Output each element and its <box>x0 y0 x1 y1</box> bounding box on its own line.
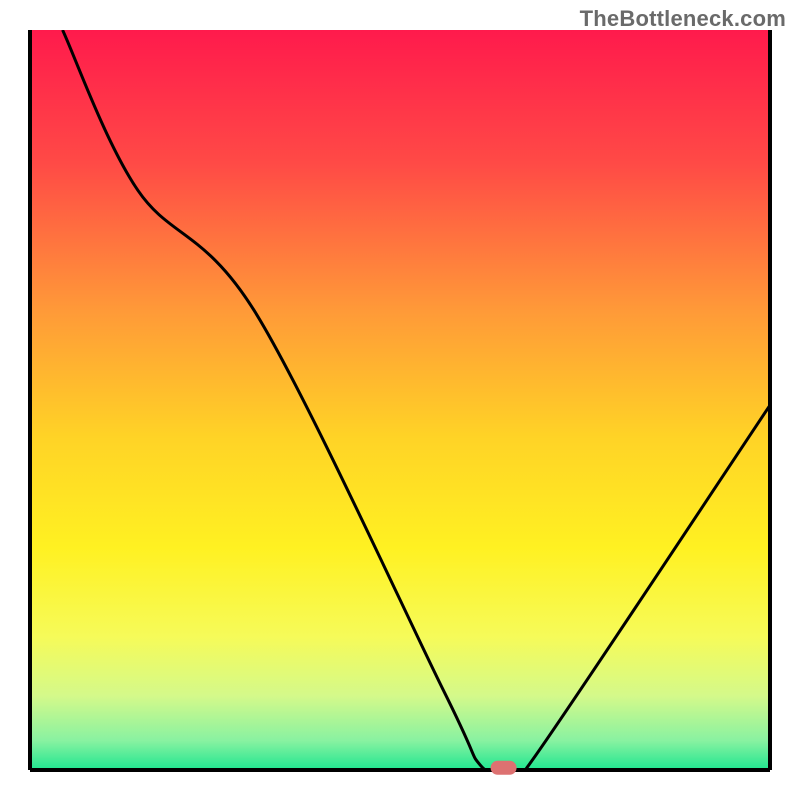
chart-stage: TheBottleneck.com <box>0 0 800 800</box>
gradient-background <box>30 30 770 770</box>
watermark-text: TheBottleneck.com <box>580 6 786 32</box>
optimal-marker <box>491 761 517 775</box>
bottleneck-chart <box>0 0 800 800</box>
